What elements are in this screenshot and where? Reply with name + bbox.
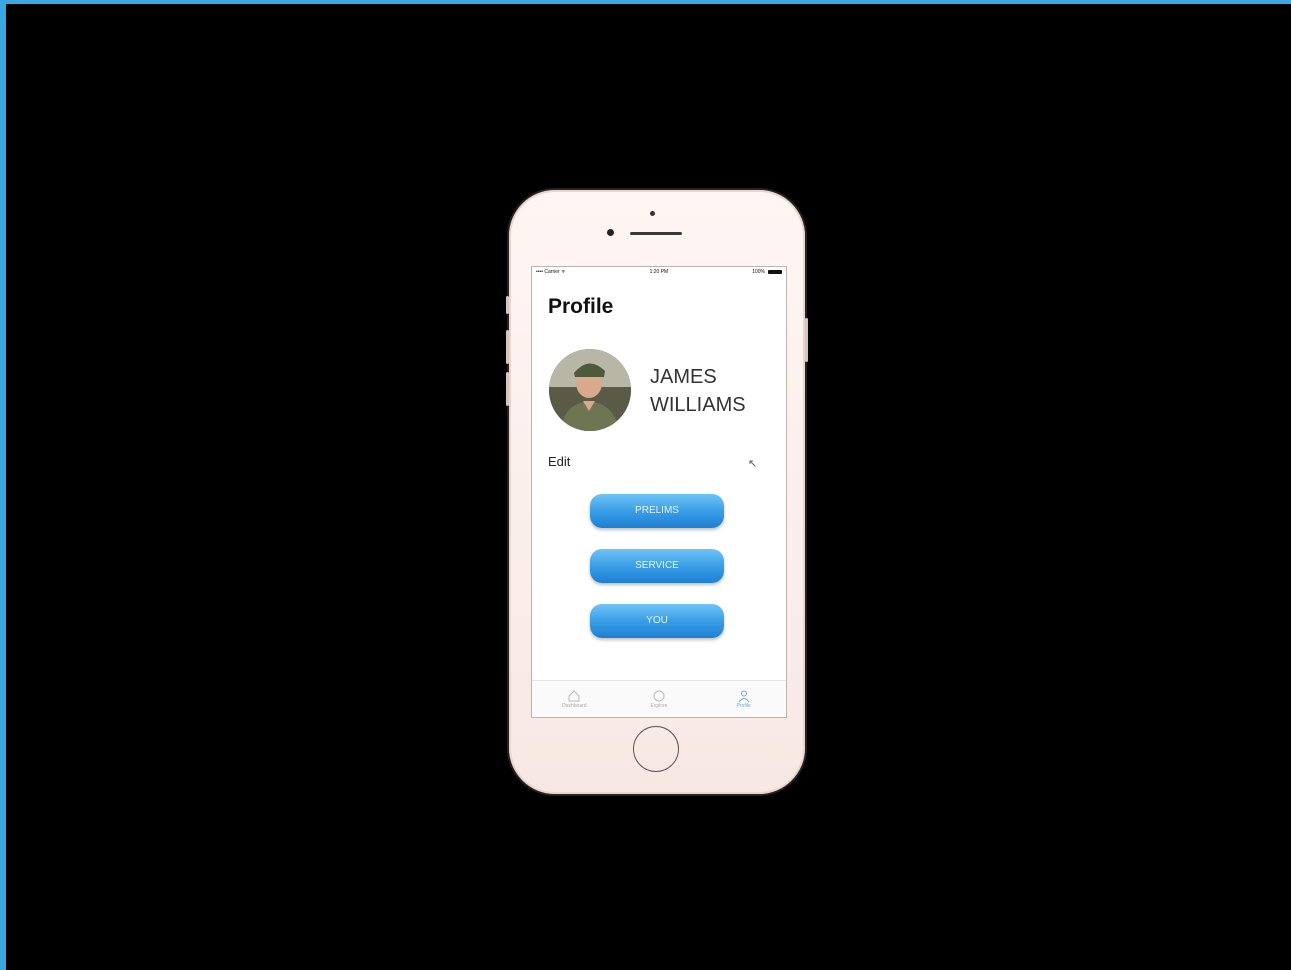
volume-down-button <box>506 372 509 406</box>
prelims-button[interactable]: PRELIMS <box>590 494 724 528</box>
earpiece-speaker <box>630 232 682 235</box>
home-button[interactable] <box>633 726 679 772</box>
person-icon <box>738 690 750 703</box>
tab-explore-label: Explore <box>650 703 668 709</box>
page-title: Profile <box>548 295 614 318</box>
proximity-sensor-icon <box>607 229 614 236</box>
battery-percent: 100% <box>752 269 765 275</box>
carrier-label: •••• Carrier ᯤ <box>536 269 566 275</box>
avatar[interactable] <box>549 349 631 431</box>
tab-profile-label: Profile <box>736 703 751 709</box>
you-button[interactable]: YOU <box>590 604 724 638</box>
power-button <box>805 318 808 362</box>
volume-up-button <box>506 330 509 364</box>
avatar-photo-icon <box>549 349 631 431</box>
battery-icon <box>767 269 782 274</box>
home-icon <box>568 690 580 702</box>
front-camera-icon <box>650 211 655 216</box>
last-name: WILLIAMS <box>650 394 746 416</box>
user-name: JAMES WILLIAMS <box>650 363 746 419</box>
phone-mockup: •••• Carrier ᯤ 1:20 PM 100% Profile JAME… <box>506 190 808 794</box>
tab-profile[interactable]: Profile <box>714 689 774 709</box>
mute-switch <box>506 296 509 314</box>
phone-screen: •••• Carrier ᯤ 1:20 PM 100% Profile JAME… <box>531 266 787 718</box>
video-frame: •••• Carrier ᯤ 1:20 PM 100% Profile JAME… <box>6 4 1291 970</box>
battery-indicator: 100% <box>752 269 782 275</box>
compass-icon <box>653 690 665 702</box>
status-time: 1:20 PM <box>649 269 669 275</box>
tab-dashboard-label: Dashboard <box>562 703 587 709</box>
tab-explore[interactable]: Explore <box>629 689 689 709</box>
tab-bar: Dashboard Explore Profile <box>532 680 786 717</box>
edit-link[interactable]: Edit <box>548 454 570 469</box>
first-name: JAMES <box>650 366 717 388</box>
tab-dashboard[interactable]: Dashboard <box>544 689 604 709</box>
mouse-cursor-icon: ↖ <box>748 458 758 470</box>
service-button[interactable]: SERVICE <box>590 549 724 583</box>
status-bar: •••• Carrier ᯤ 1:20 PM 100% <box>532 267 786 277</box>
